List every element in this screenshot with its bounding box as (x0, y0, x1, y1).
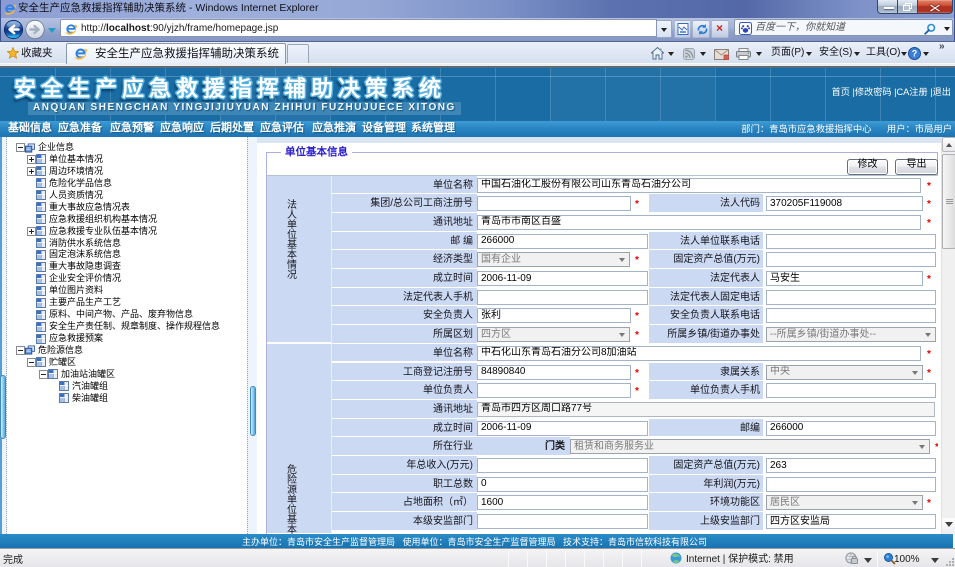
svg-text:?: ? (912, 49, 918, 59)
